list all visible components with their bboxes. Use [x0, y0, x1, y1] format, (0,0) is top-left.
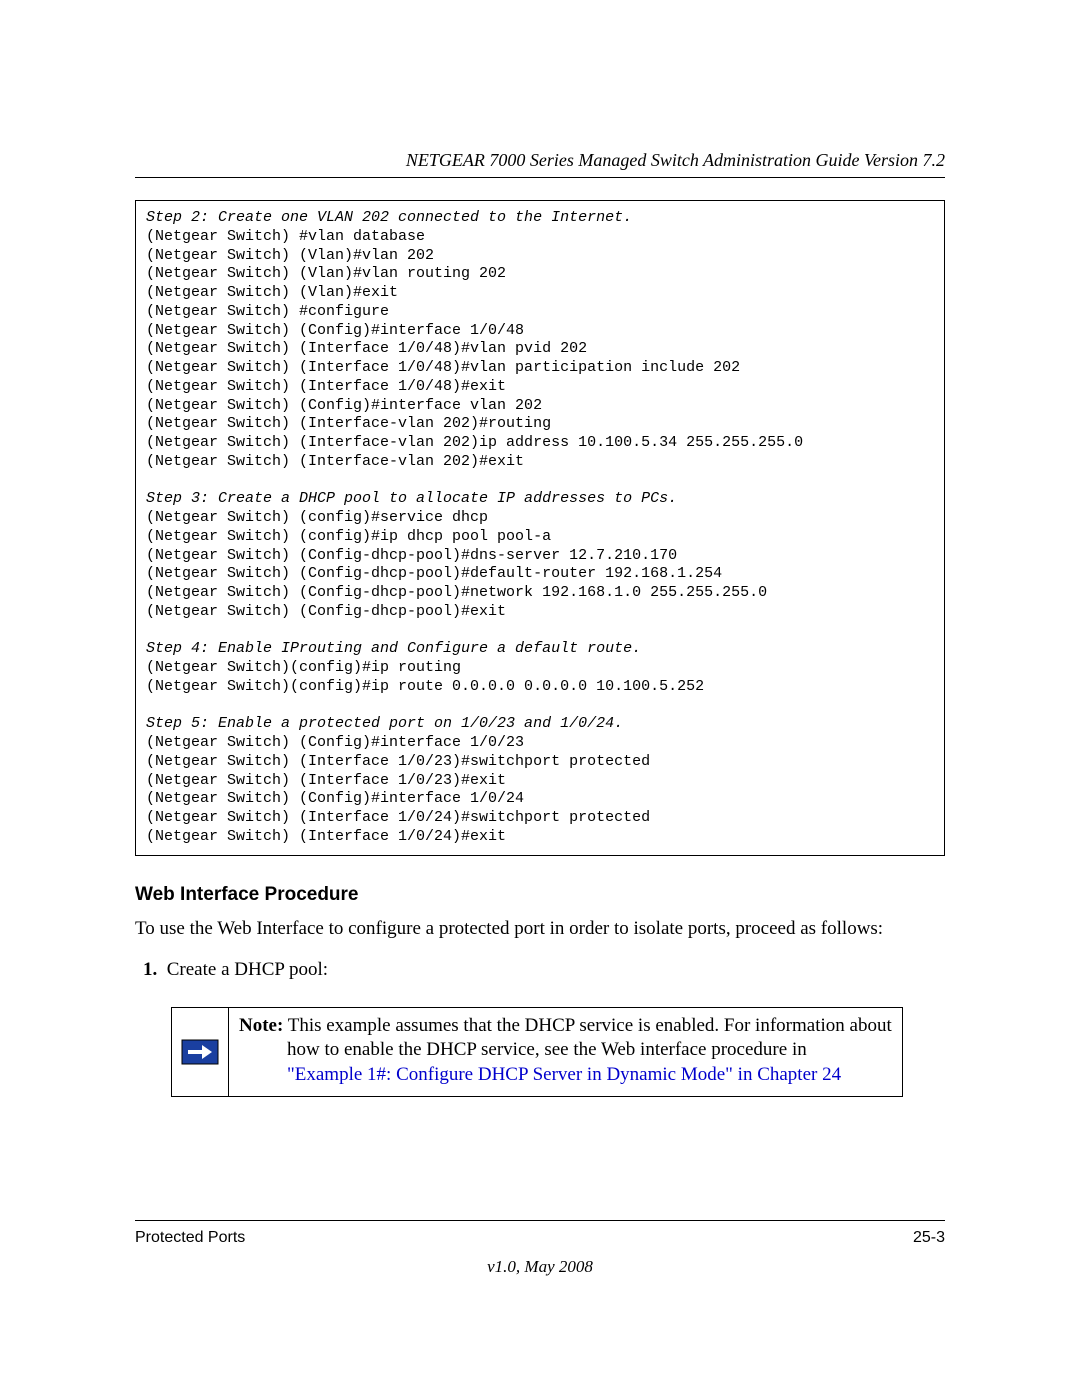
footer-right: 25-3	[913, 1229, 945, 1247]
footer-left: Protected Ports	[135, 1229, 245, 1247]
step2-title: Step 2: Create one VLAN 202 connected to…	[146, 209, 632, 226]
note-xref-link[interactable]: "Example 1#: Configure DHCP Server in Dy…	[287, 1064, 841, 1085]
header-rule	[135, 177, 945, 178]
footer-row: Protected Ports 25-3	[135, 1229, 945, 1247]
footer-rule	[135, 1220, 945, 1221]
step3-body: (Netgear Switch) (config)#service dhcp (…	[146, 509, 767, 620]
page: NETGEAR 7000 Series Managed Switch Admin…	[0, 0, 1080, 1397]
note-text: Note: This example assumes that the DHCP…	[229, 1007, 903, 1097]
note-label: Note:	[239, 1015, 283, 1036]
list-item-1-text: Create a DHCP pool:	[167, 959, 328, 980]
list-item-1: 1. Create a DHCP pool:	[171, 957, 945, 983]
note-line2: how to enable the DHCP service, see the …	[287, 1039, 807, 1060]
step4-body: (Netgear Switch)(config)#ip routing (Net…	[146, 659, 704, 695]
cli-code-block: Step 2: Create one VLAN 202 connected to…	[135, 200, 945, 856]
step2-body: (Netgear Switch) #vlan database (Netgear…	[146, 228, 803, 470]
section-intro: To use the Web Interface to configure a …	[135, 916, 945, 942]
note-box: Note: This example assumes that the DHCP…	[171, 1007, 945, 1097]
note-line2-wrap: how to enable the DHCP service, see the …	[239, 1038, 892, 1087]
step5-title: Step 5: Enable a protected port on 1/0/2…	[146, 715, 623, 732]
step4-title: Step 4: Enable IProuting and Configure a…	[146, 640, 641, 657]
section-heading: Web Interface Procedure	[135, 884, 945, 906]
note-line1: This example assumes that the DHCP servi…	[283, 1015, 891, 1036]
doc-header-title: NETGEAR 7000 Series Managed Switch Admin…	[135, 150, 945, 171]
note-icon-cell	[171, 1007, 229, 1097]
footer-version: v1.0, May 2008	[135, 1257, 945, 1277]
page-footer: Protected Ports 25-3 v1.0, May 2008	[135, 1220, 945, 1277]
arrow-right-icon	[181, 1039, 219, 1065]
step3-title: Step 3: Create a DHCP pool to allocate I…	[146, 490, 677, 507]
step5-body: (Netgear Switch) (Config)#interface 1/0/…	[146, 734, 650, 845]
list-item-1-number: 1.	[143, 959, 157, 980]
